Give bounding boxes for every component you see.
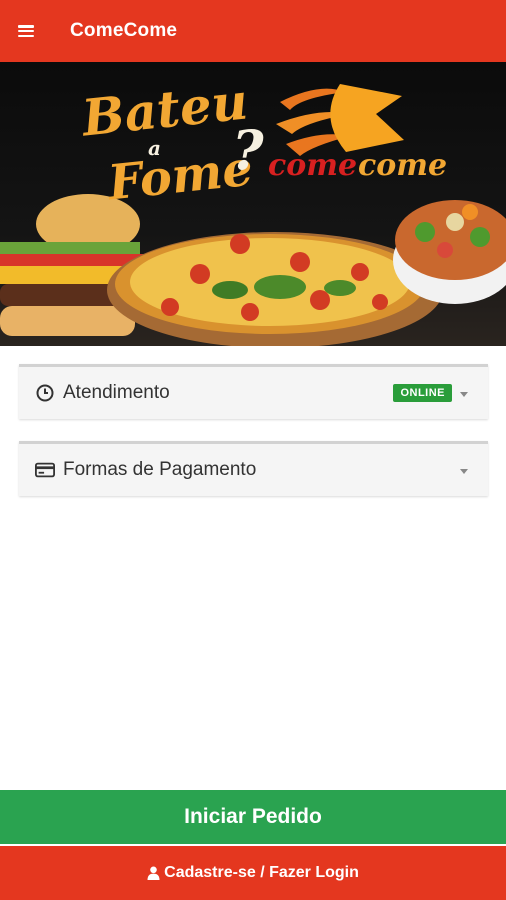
payment-methods-label: Formas de Pagamento (63, 459, 257, 480)
hero-banner: Bateu a Fome ? come come (0, 62, 506, 346)
service-hours-label: Atendimento (63, 382, 170, 403)
banner-brand-come-orange: come (358, 148, 448, 183)
service-hours-card[interactable]: Atendimento ONLINE (19, 364, 488, 419)
banner-brand-come-red: come (268, 148, 358, 183)
credit-card-icon (35, 460, 55, 480)
start-order-button[interactable]: Iniciar Pedido (0, 790, 506, 844)
signup-login-button[interactable]: Cadastre-se / Fazer Login (0, 846, 506, 900)
chevron-down-icon (460, 392, 468, 397)
app-title: ComeCome (70, 20, 178, 41)
banner-question-mark: ? (232, 118, 264, 182)
salad-bowl-image (393, 200, 506, 304)
menu-icon[interactable] (18, 25, 34, 37)
status-badge: ONLINE (393, 384, 452, 402)
chevron-down-icon (460, 469, 468, 474)
flame-logo-icon (276, 84, 404, 156)
user-icon (147, 866, 160, 880)
signup-login-label: Cadastre-se / Fazer Login (164, 864, 359, 881)
food-illustration (0, 84, 506, 346)
payment-methods-card[interactable]: Formas de Pagamento (19, 441, 488, 496)
pizza-image (107, 232, 443, 346)
app-bar: ComeCome (0, 0, 506, 62)
clock-icon (35, 383, 55, 403)
